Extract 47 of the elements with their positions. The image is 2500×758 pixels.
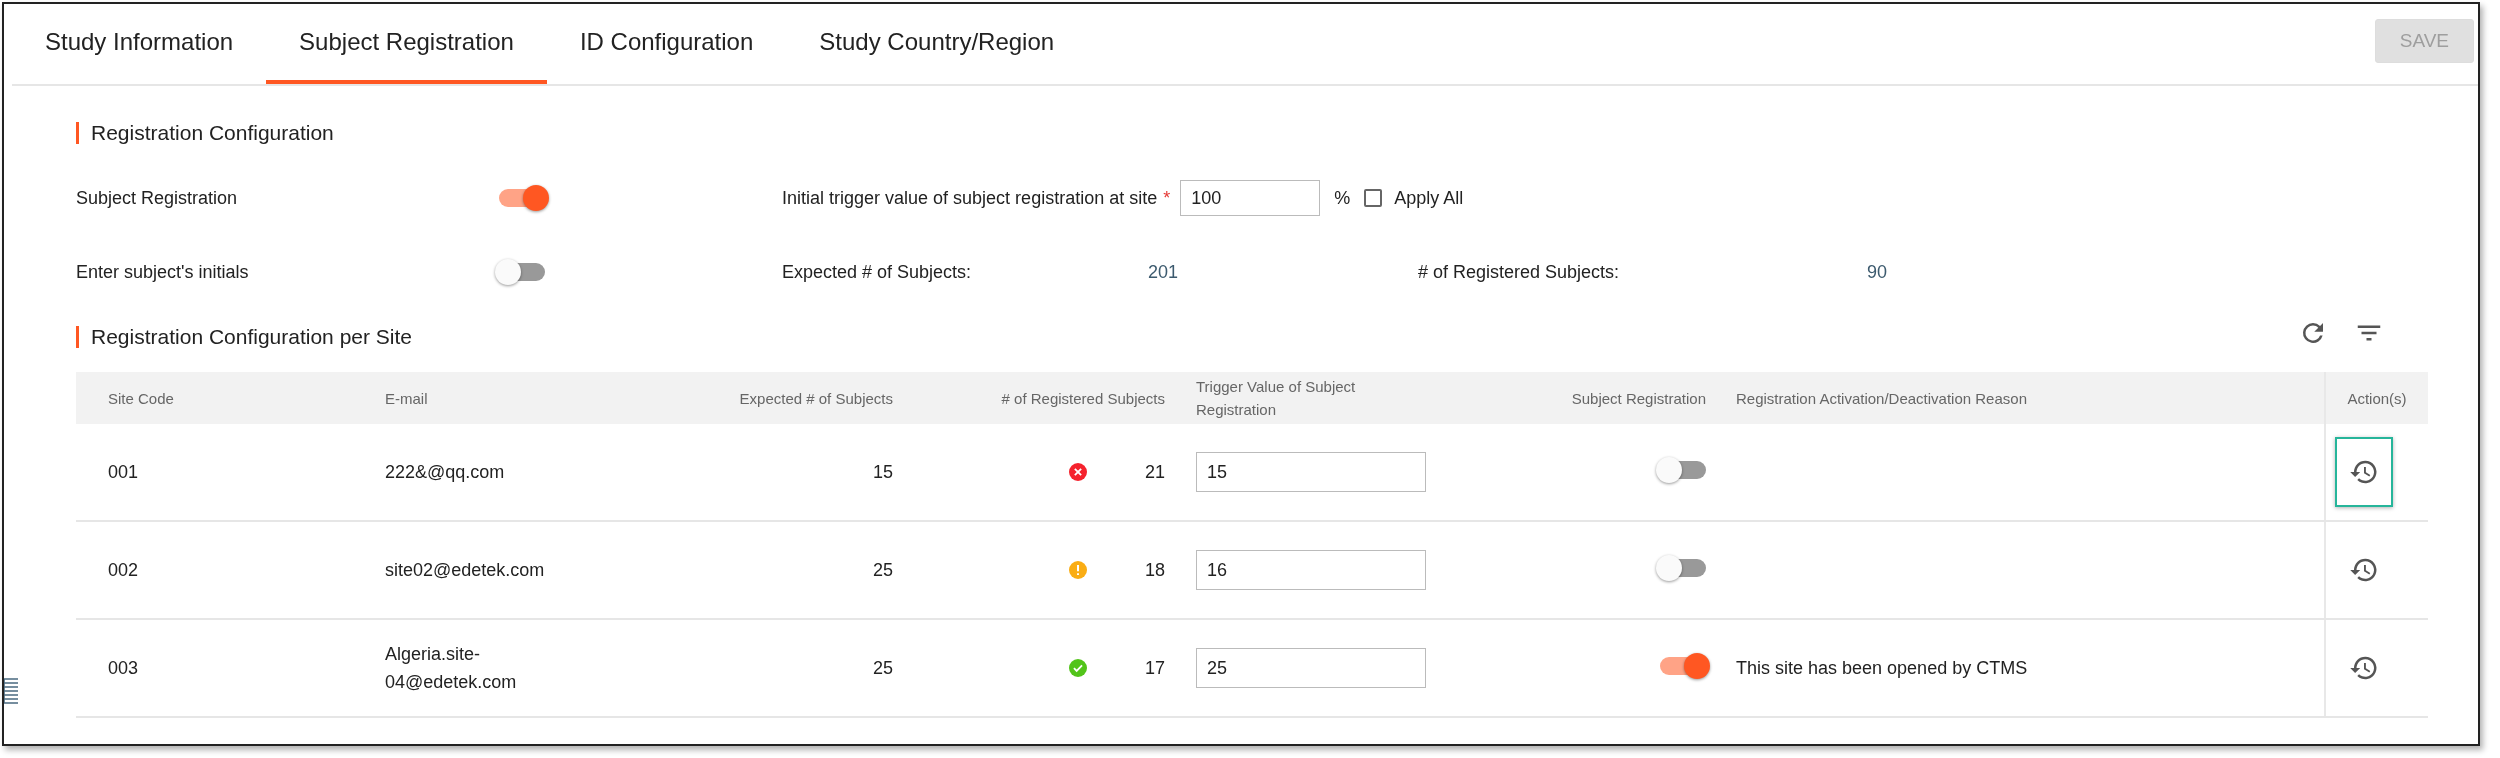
list-icon[interactable] [4,678,18,704]
column-header: Trigger Value of Subject Registration [1195,377,1357,420]
tab[interactable]: ID Configuration [546,4,787,84]
table-cell-text: 001 [107,461,140,483]
setting-label: Subject Registration [76,187,239,209]
column-header: Subject Registration [1570,389,1707,407]
table-cell: This site has been opened by CTMS [1736,657,2028,678]
error-status-icon [1068,463,1087,481]
table-cell-text: 003 [107,657,140,679]
checkbox-label: Apply All [1394,187,1464,209]
column-header: # of Registered Subjects [1000,389,1166,407]
section-title: Registration Configuration [76,122,2478,144]
stat-label: Expected # of Subjects: [782,261,973,283]
table-cell-text: 15 [871,461,894,483]
input-field[interactable]: 100 [1180,180,1321,216]
table-cell-text: 25 [871,657,894,679]
tab[interactable]: Subject Registration [266,4,547,84]
section-title: Registration Configuration per Site [76,326,412,348]
setting-label: Initial trigger value of subject registration at site [782,187,1158,209]
table-cell: 18 [1144,559,1165,581]
warning-status-icon [1068,561,1087,579]
input-field[interactable]: 16 [1196,550,1426,590]
table-cell-text: 002 [107,559,140,581]
column-header: E-mail [384,389,429,407]
table-cell-text: site02@edetek.com [385,559,545,582]
input-field[interactable]: 15 [1196,452,1426,492]
table-cell: 17 [1144,657,1165,679]
required-mark: * [1163,187,1171,209]
tab[interactable]: Study Country/Region [786,4,1088,84]
table-cell-text: 25 [871,559,894,581]
column-header: Expected # of Subjects [738,389,894,407]
setting-label: Enter subject's initials [76,261,250,283]
stat-label: # of Registered Subjects: [1418,261,1621,283]
unit-label: % [1334,187,1351,209]
checkbox[interactable] [1364,189,1383,207]
tab[interactable]: Study Information [12,4,267,84]
column-header: Registration Activation/Deactivation Reason [1735,389,2028,407]
stat-value: 201 [1148,261,1180,283]
table-cell: 21 [1144,461,1165,483]
column-header: Action(s) [2324,372,2428,424]
success-status-icon [1068,659,1087,677]
table-cell-text: 222&@qq.com [385,461,505,484]
table-cell-text: Algeria.site-04@edetek.com [385,643,518,694]
column-header: Site Code [107,389,175,407]
history-button[interactable] [2335,437,2393,507]
input-field[interactable]: 25 [1196,648,1426,688]
stat-value: 90 [1867,261,1889,283]
